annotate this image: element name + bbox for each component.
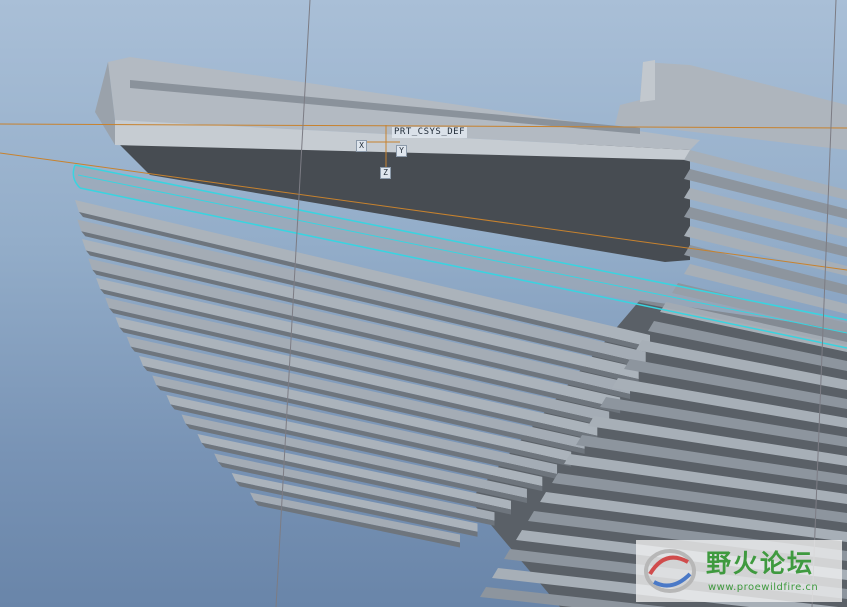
wildfire-swirl-icon (644, 549, 696, 593)
watermark-chinese-text: 野火论坛 (706, 549, 815, 578)
watermark-url: www.proewildfire.cn (708, 582, 819, 593)
csys-axis-y-tag: Y (396, 145, 407, 157)
forum-watermark: 野火论坛 www.proewildfire.cn (636, 540, 842, 602)
model-scene[interactable] (0, 0, 847, 607)
csys-label[interactable]: PRT_CSYS_DEF (392, 127, 468, 138)
csys-axis-z-tag: Z (380, 167, 391, 179)
csys-axis-x-tag: X (356, 140, 367, 152)
3d-graphics-viewport[interactable]: PRT_CSYS_DEF X Y Z 野火论坛 www.proewildfire… (0, 0, 847, 607)
